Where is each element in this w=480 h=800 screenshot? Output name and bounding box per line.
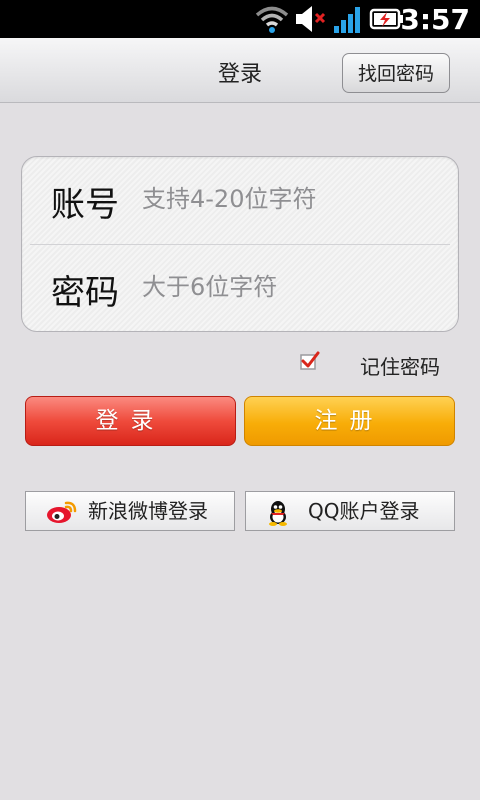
qq-penguin-icon [269,501,287,526]
title-bar: 登录 找回密码 [0,38,480,103]
status-bar: 3:57 [0,0,480,38]
weibo-login-button[interactable]: 新浪微博登录 [25,491,235,531]
login-button[interactable]: 登录 [25,396,236,446]
account-row: 账号 [22,157,458,244]
status-time: 3:57 [400,3,470,36]
weibo-icon [47,501,77,523]
remember-password-checkbox[interactable] [300,351,320,371]
account-label: 账号 [51,185,119,225]
account-input[interactable] [142,179,442,219]
forgot-password-button[interactable]: 找回密码 [342,53,450,93]
register-button[interactable]: 注册 [244,396,455,446]
qq-login-label: QQ账户登录 [308,499,420,523]
password-row: 密码 [22,245,458,332]
login-form-card: 账号 密码 [21,156,459,332]
weibo-login-label: 新浪微博登录 [88,499,208,523]
password-input[interactable] [142,267,442,307]
volume-muted-icon [296,6,326,32]
remember-password-label: 记住密码 [360,355,440,379]
signal-icon [334,7,360,33]
password-label: 密码 [51,273,119,313]
qq-login-button[interactable]: QQ账户登录 [245,491,455,531]
wifi-icon [255,6,289,33]
